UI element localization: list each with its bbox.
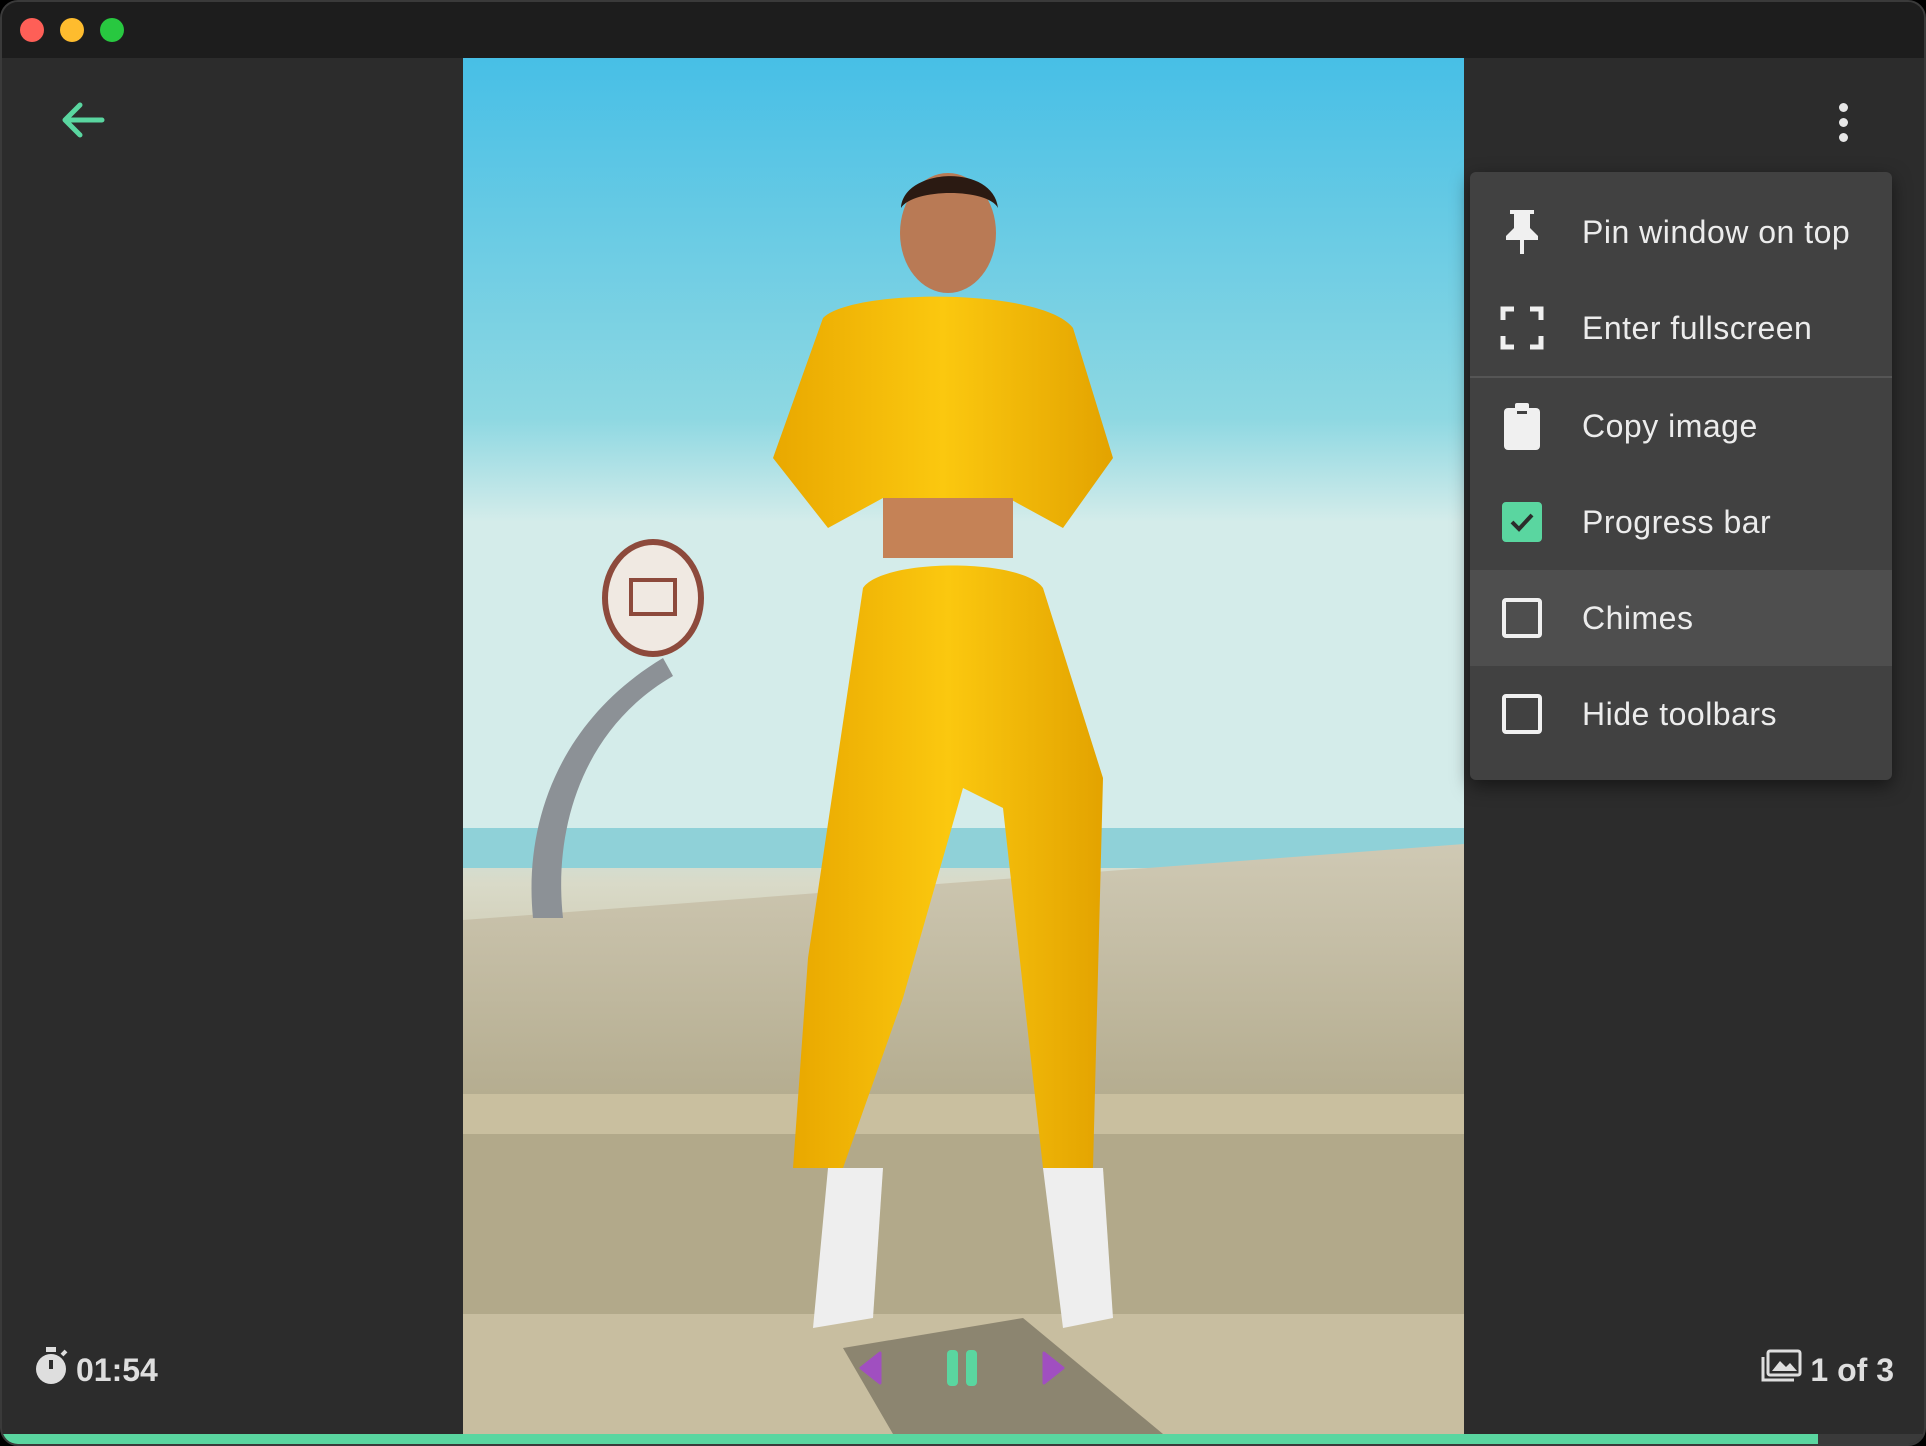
minimize-window-button[interactable] [60, 18, 84, 42]
playback-controls [842, 1342, 1082, 1398]
photo-illustration [463, 58, 1464, 1434]
menu-item-label: Pin window on top [1582, 213, 1851, 250]
menu-item-label: Chimes [1582, 599, 1694, 636]
timer-value: 01:54 [76, 1351, 158, 1388]
more-vertical-icon [1838, 102, 1848, 112]
menu-item-hide-toolbars[interactable]: Hide toolbars [1470, 666, 1892, 762]
image-counter: 1 of 3 [1760, 1348, 1894, 1392]
maximize-window-button[interactable] [100, 18, 124, 42]
menu-item-chimes[interactable]: Chimes [1470, 570, 1892, 666]
fullscreen-icon [1500, 306, 1544, 350]
arrow-left-icon [58, 100, 106, 145]
menu-item-label: Progress bar [1582, 503, 1772, 540]
checkbox-unchecked-icon[interactable] [1502, 694, 1542, 734]
menu-item-label: Hide toolbars [1582, 695, 1778, 732]
triangle-right-icon [1042, 1351, 1066, 1390]
more-options-button[interactable] [1818, 94, 1868, 150]
menu-item-pin-window[interactable]: Pin window on top [1470, 184, 1892, 280]
clipboard-icon [1500, 403, 1544, 450]
pause-icon [945, 1349, 979, 1392]
slideshow-progress-bar [2, 1434, 1924, 1444]
app-window: Pin window on top Enter fullscreen Copy … [0, 0, 1926, 1446]
progress-fill [2, 1434, 1819, 1444]
menu-item-copy-image[interactable]: Copy image [1470, 378, 1892, 474]
checkbox-checked-icon[interactable] [1502, 502, 1542, 542]
stopwatch-icon [34, 1347, 68, 1393]
menu-item-enter-fullscreen[interactable]: Enter fullscreen [1470, 280, 1892, 376]
slide-timer: 01:54 [34, 1347, 158, 1393]
menu-item-label: Enter fullscreen [1582, 309, 1813, 346]
previous-button[interactable] [842, 1342, 898, 1398]
back-button[interactable] [52, 94, 112, 150]
next-button[interactable] [1026, 1342, 1082, 1398]
title-bar [2, 2, 1924, 58]
pause-button[interactable] [934, 1342, 990, 1398]
slideshow-image [463, 58, 1464, 1434]
options-menu: Pin window on top Enter fullscreen Copy … [1470, 172, 1892, 780]
menu-item-label: Copy image [1582, 407, 1758, 444]
image-gallery-icon [1760, 1349, 1802, 1391]
checkbox-unchecked-icon[interactable] [1502, 598, 1542, 638]
menu-item-progress-bar[interactable]: Progress bar [1470, 474, 1892, 570]
counter-value: 1 of 3 [1810, 1351, 1894, 1388]
triangle-left-icon [858, 1351, 882, 1390]
close-window-button[interactable] [20, 18, 44, 42]
pin-icon [1500, 210, 1544, 254]
